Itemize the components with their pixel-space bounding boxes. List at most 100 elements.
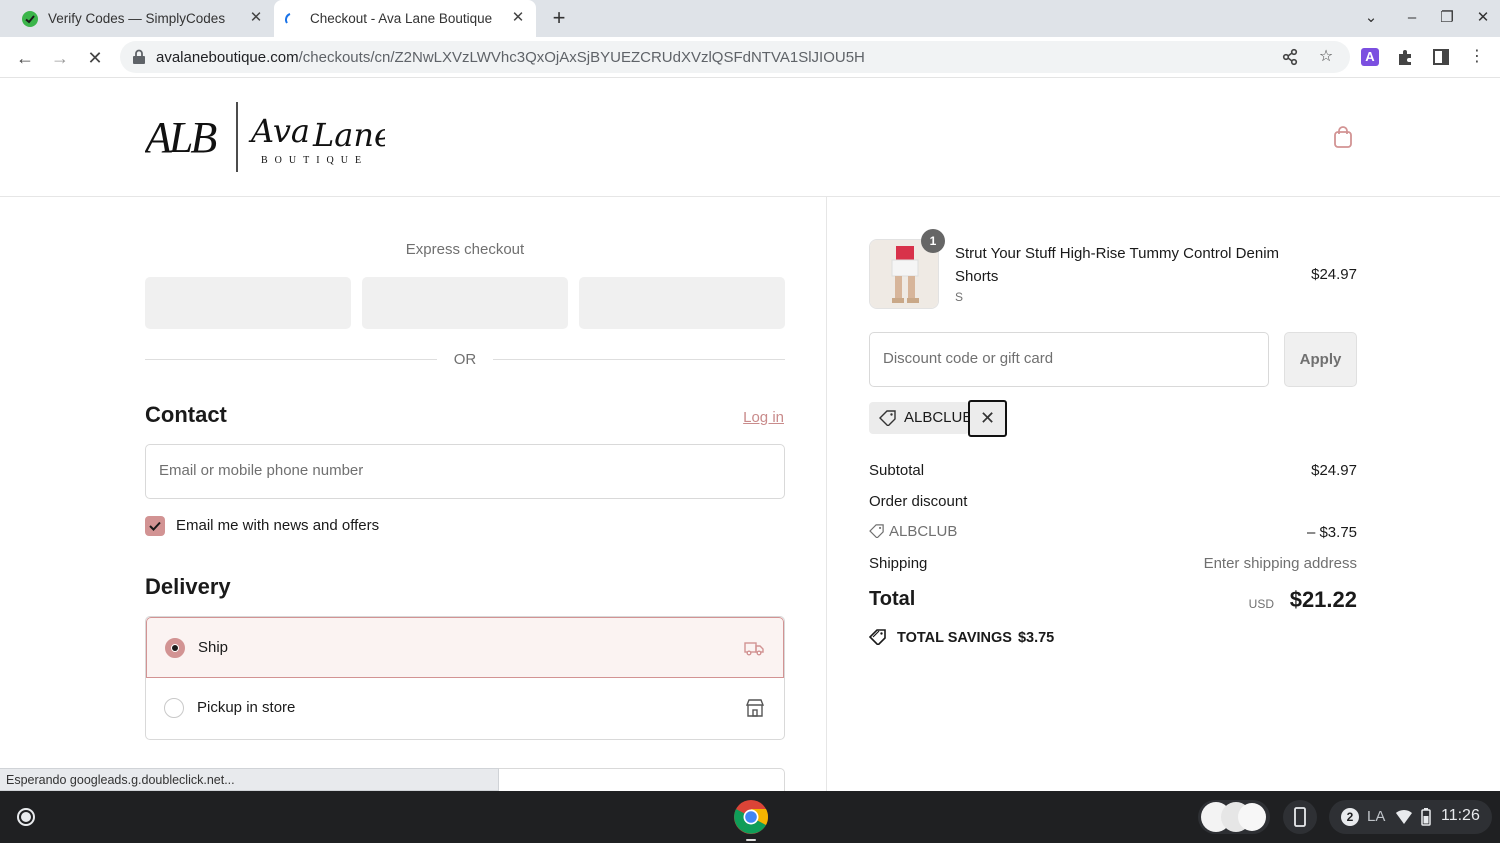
- wifi-icon: [1396, 809, 1412, 824]
- divider: [493, 359, 785, 360]
- tab-simplycodes[interactable]: Verify Codes — SimplyCodes ✕: [12, 0, 274, 37]
- back-icon[interactable]: ←: [12, 45, 38, 71]
- tag-icon: [879, 410, 896, 426]
- savings-tag-icon: [869, 629, 886, 645]
- address-bar[interactable]: avalaneboutique.com/checkouts/cn/Z2NwLXV…: [120, 41, 1350, 73]
- loading-status-bubble: Esperando googleads.g.doubleclick.net...: [0, 768, 499, 791]
- simplycodes-favicon-icon: [22, 10, 38, 27]
- delivery-option-pickup[interactable]: Pickup in store: [146, 678, 784, 739]
- order-summary: 1 Strut Your Stuff High-Rise Tummy Contr…: [828, 197, 1500, 791]
- menu-kebab-icon[interactable]: ⋮: [1467, 47, 1487, 67]
- or-divider-text: OR: [453, 351, 477, 368]
- total-value: $21.22: [1289, 587, 1357, 612]
- newsletter-checkbox[interactable]: [145, 516, 165, 536]
- subtotal-label: Subtotal: [869, 462, 925, 479]
- input-method-indicator: LA: [1367, 808, 1386, 825]
- order-discount-label: Order discount: [869, 493, 968, 510]
- lock-icon: [133, 49, 145, 64]
- email-field[interactable]: Email or mobile phone number: [145, 444, 785, 499]
- ava-lane-logo[interactable]: ALB Ava Lane BOUTIQUE: [145, 100, 385, 174]
- savings-label: TOTAL SAVINGS: [897, 630, 1012, 646]
- total-label: Total: [869, 588, 916, 610]
- system-tray[interactable]: 2 LA 11:26: [1329, 800, 1492, 834]
- discount-code-line: ALBCLUB: [869, 523, 957, 540]
- stop-loading-icon[interactable]: ✕: [82, 45, 108, 71]
- os-shelf: 2 LA 11:26: [0, 791, 1500, 843]
- site-header: ALB Ava Lane BOUTIQUE: [0, 78, 1500, 197]
- forward-icon[interactable]: →: [47, 45, 73, 71]
- product-price: $24.97: [1311, 266, 1357, 283]
- svg-text:Lane: Lane: [312, 116, 385, 154]
- shipping-value: Enter shipping address: [1203, 555, 1357, 572]
- apply-discount-button[interactable]: Apply: [1284, 332, 1357, 387]
- tab-title: Verify Codes — SimplyCodes: [48, 11, 226, 26]
- contact-heading: Contact: [145, 402, 227, 427]
- email-placeholder: Email or mobile phone number: [159, 462, 364, 479]
- minimize-icon[interactable]: –: [1402, 8, 1422, 28]
- subtotal-value: $24.97: [1311, 462, 1357, 479]
- tab-title: Checkout - Ava Lane Boutique: [310, 11, 493, 26]
- phone-hub-icon[interactable]: [1283, 800, 1317, 834]
- ship-radio[interactable]: [165, 638, 185, 658]
- delivery-options: Ship Pickup in store: [145, 616, 785, 740]
- extension-a-icon[interactable]: A: [1361, 48, 1379, 66]
- delivery-option-label: Pickup in store: [197, 699, 296, 716]
- express-checkout-label: Express checkout: [405, 241, 525, 258]
- notification-count: 2: [1341, 808, 1359, 826]
- tag-icon: [869, 524, 884, 538]
- new-tab-icon[interactable]: +: [548, 7, 570, 29]
- clock: 11:26: [1441, 807, 1480, 824]
- tab-close-icon[interactable]: ✕: [248, 10, 264, 26]
- discount-placeholder: Discount code or gift card: [883, 350, 1054, 367]
- loading-spinner-icon: [284, 12, 291, 24]
- total-savings: TOTAL SAVINGS $3.75: [869, 629, 1054, 646]
- bookmark-star-icon[interactable]: ☆: [1316, 47, 1336, 67]
- launcher-icon[interactable]: [12, 803, 40, 831]
- divider: [145, 359, 437, 360]
- discount-code-text: ALBCLUB: [889, 523, 958, 540]
- delivery-option-label: Ship: [198, 639, 229, 656]
- product-variant: S: [955, 290, 964, 304]
- discount-code-field[interactable]: Discount code or gift card: [869, 332, 1269, 387]
- side-panel-icon[interactable]: [1431, 47, 1451, 67]
- remove-discount-icon[interactable]: ✕: [968, 400, 1007, 437]
- holding-space-icon[interactable]: [1198, 800, 1270, 834]
- battery-icon: [1421, 808, 1431, 826]
- newsletter-label: Email me with news and offers: [176, 517, 380, 534]
- applied-code-text: ALBCLUB: [904, 409, 973, 426]
- running-indicator: [746, 839, 756, 841]
- product-name: Strut Your Stuff High-Rise Tummy Control…: [955, 245, 1280, 285]
- delivery-heading: Delivery: [145, 574, 231, 599]
- browser-toolbar: ← → ✕ avalaneboutique.com/checkouts/cn/Z…: [0, 37, 1500, 78]
- applied-discount-chip: ALBCLUB: [869, 402, 973, 434]
- checkmark-icon: [149, 521, 161, 531]
- tab-strip: Verify Codes — SimplyCodes ✕ Checkout - …: [0, 0, 1500, 37]
- shopping-bag-icon[interactable]: [1332, 125, 1354, 149]
- chrome-app-icon[interactable]: [733, 799, 769, 835]
- tab-checkout[interactable]: Checkout - Ava Lane Boutique ✕: [274, 0, 536, 37]
- url-text: avalaneboutique.com/checkouts/cn/Z2NwLXV…: [156, 49, 865, 66]
- checkout-form: Express checkout OR Contact Log in Email…: [0, 197, 827, 798]
- discount-value: – $3.75: [1306, 524, 1357, 541]
- svg-text:ALB: ALB: [145, 113, 216, 162]
- window-close-icon[interactable]: ✕: [1473, 8, 1493, 28]
- store-icon: [745, 699, 765, 717]
- quantity-badge: 1: [921, 229, 945, 253]
- pickup-radio[interactable]: [164, 698, 184, 718]
- restore-icon[interactable]: ❐: [1437, 8, 1457, 28]
- express-pay-button-3[interactable]: [579, 277, 785, 329]
- savings-value: $3.75: [1017, 630, 1055, 646]
- truck-icon: [744, 642, 764, 656]
- tab-close-icon[interactable]: ✕: [510, 10, 526, 26]
- delivery-option-ship[interactable]: Ship: [146, 617, 784, 678]
- share-icon[interactable]: [1280, 47, 1300, 67]
- total-currency: USD: [1248, 597, 1274, 611]
- extensions-puzzle-icon[interactable]: [1396, 47, 1416, 67]
- express-pay-button-2[interactable]: [362, 277, 568, 329]
- tab-search-icon[interactable]: ⌄: [1361, 8, 1381, 28]
- shipping-label: Shipping: [869, 555, 928, 572]
- login-link[interactable]: Log in: [700, 409, 784, 426]
- svg-text:Ava: Ava: [248, 112, 310, 150]
- express-pay-button-1[interactable]: [145, 277, 351, 329]
- svg-text:BOUTIQUE: BOUTIQUE: [261, 155, 368, 166]
